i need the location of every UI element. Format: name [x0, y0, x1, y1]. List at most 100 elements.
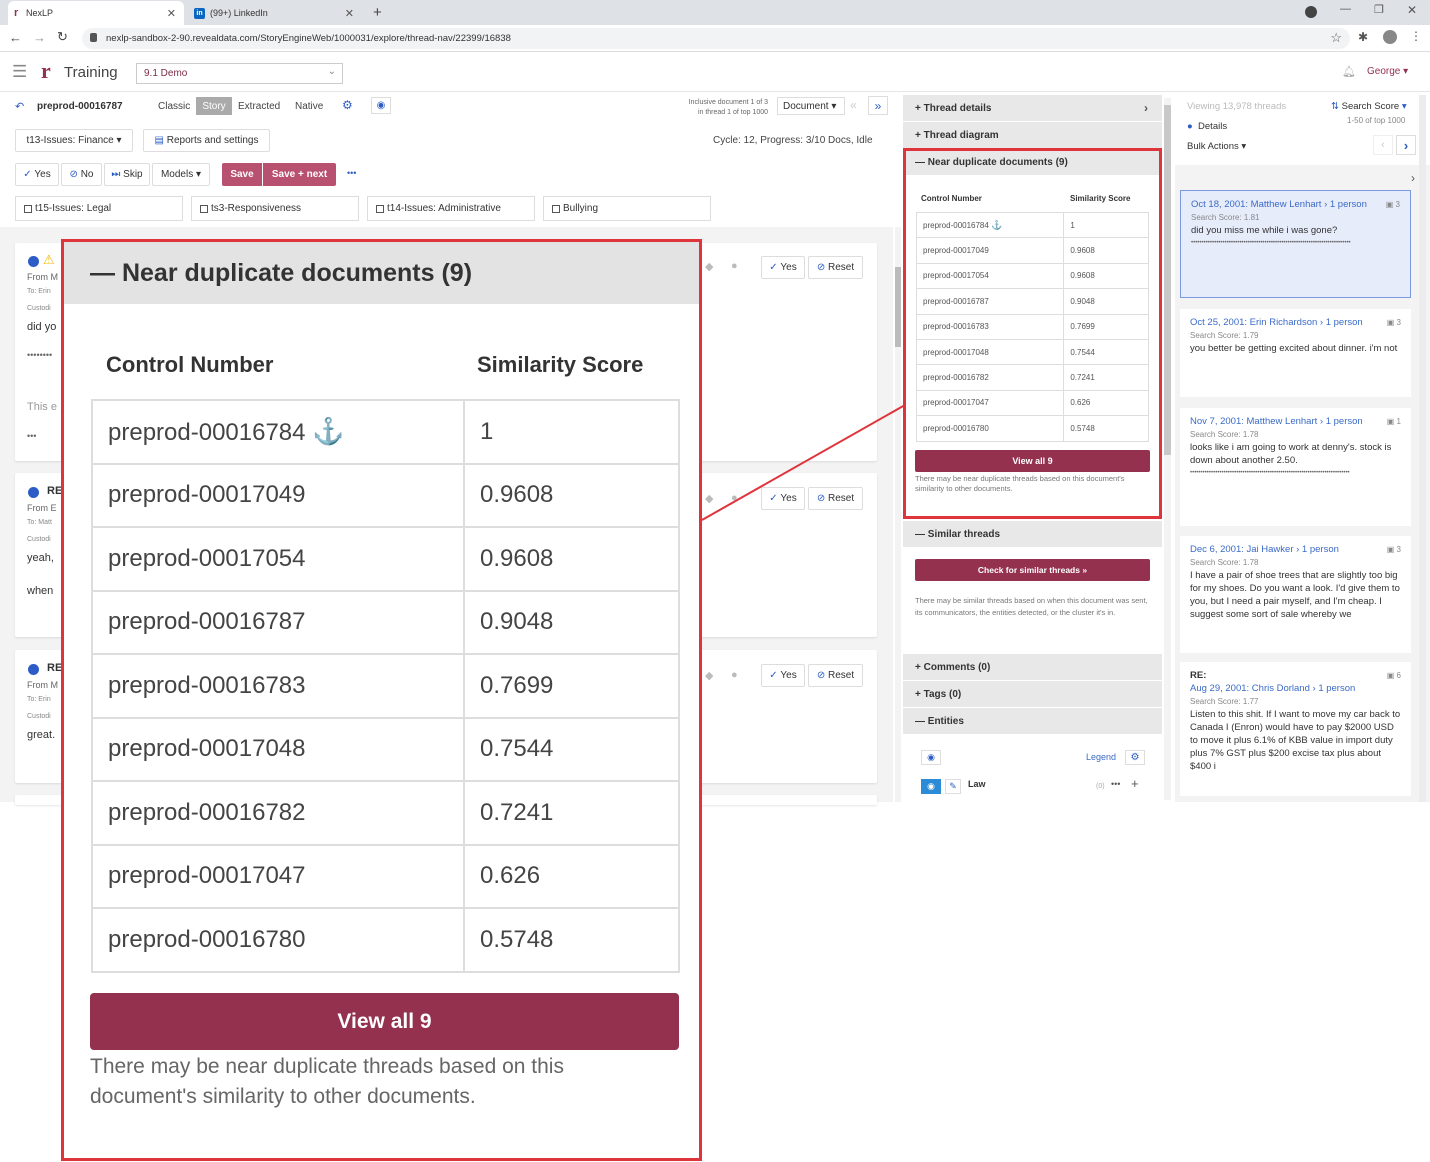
tag-checkbox-responsiveness[interactable]: ts3-Responsiveness	[191, 196, 359, 221]
back-icon[interactable]: ←	[9, 30, 22, 45]
thread-header[interactable]: Oct 18, 2001: Matthew Lenhart › 1 person	[1191, 199, 1367, 210]
thread-diagram-section[interactable]: + Thread diagram	[903, 122, 1162, 148]
zoom-control-number-cell[interactable]: preprod-00016787	[91, 589, 465, 655]
reload-icon[interactable]: ↻	[57, 29, 68, 45]
control-number[interactable]: preprod-00016782	[108, 799, 306, 826]
zoom-near-duplicate-row[interactable]: preprod-00016780 0.5748	[91, 907, 680, 973]
more-options-icon[interactable]: •••	[347, 168, 356, 178]
zoom-view-all-button[interactable]: View all 9	[90, 993, 679, 1050]
no-button[interactable]: ⊘ No	[61, 163, 102, 186]
bulk-actions-menu[interactable]: Bulk Actions ▾	[1187, 141, 1246, 152]
zoom-control-number-cell[interactable]: preprod-00016780	[91, 907, 465, 973]
tags-section[interactable]: + Tags (0)	[903, 681, 1162, 707]
tag-icon[interactable]: ◆	[705, 669, 713, 682]
tag-checkbox-legal[interactable]: t15-Issues: Legal	[15, 196, 183, 221]
pencil-icon[interactable]: ✎	[945, 779, 961, 794]
zoom-control-number-cell[interactable]: preprod-00017048	[91, 716, 465, 782]
hamburger-menu-icon[interactable]: ☰	[12, 62, 27, 82]
scrollbar[interactable]	[1419, 95, 1426, 802]
zoom-near-duplicate-row[interactable]: preprod-00016784 ⚓ 1	[91, 399, 680, 465]
url-field[interactable]: nexlp-sandbox-2-90.revealdata.com/StoryE…	[82, 28, 1350, 49]
control-number[interactable]: preprod-00017047	[108, 862, 306, 889]
skip-button[interactable]: ⏭ Skip	[104, 163, 150, 186]
control-number[interactable]: preprod-00017049	[108, 481, 306, 508]
thread-card[interactable]: Oct 25, 2001: Erin Richardson › 1 person…	[1180, 309, 1411, 397]
next-document-icon[interactable]: »	[868, 96, 888, 115]
zoom-control-number-cell[interactable]: preprod-00016782	[91, 780, 465, 846]
control-number[interactable]: preprod-00016780	[108, 926, 306, 953]
control-number[interactable]: preprod-00016784	[108, 419, 306, 446]
details-toggle[interactable]: ● Details	[1187, 121, 1227, 132]
card-yes-button[interactable]: ✓ Yes	[761, 664, 805, 687]
zoom-near-duplicate-row[interactable]: preprod-00016787 0.9048	[91, 589, 680, 655]
comment-icon[interactable]: ●	[731, 260, 738, 272]
zoom-near-duplicate-row[interactable]: preprod-00017048 0.7544	[91, 716, 680, 782]
close-tab-icon[interactable]: ✕	[345, 7, 354, 20]
close-window-icon[interactable]: ✕	[1407, 3, 1417, 17]
thread-card[interactable]: Nov 7, 2001: Matthew Lenhart › 1 person …	[1180, 408, 1411, 526]
thread-header[interactable]: Aug 29, 2001: Chris Dorland › 1 person	[1190, 683, 1355, 694]
eye-icon[interactable]: ◉	[921, 750, 941, 765]
back-to-list-icon[interactable]: ↶	[15, 100, 24, 113]
chevron-right-icon[interactable]: ›	[1144, 101, 1148, 115]
more-options-icon[interactable]: •••	[1111, 779, 1120, 789]
forward-icon[interactable]: →	[33, 30, 46, 45]
zoom-control-number-cell[interactable]: preprod-00017049	[91, 462, 465, 528]
view-tab-classic[interactable]: Classic	[158, 101, 190, 112]
legend-link[interactable]: Legend	[1086, 752, 1116, 762]
reports-settings-button[interactable]: ▤ Reports and settings	[143, 129, 270, 152]
extensions-icon[interactable]: ✱	[1358, 30, 1368, 44]
new-tab-icon[interactable]: +	[373, 4, 382, 21]
gear-icon[interactable]: ⚙	[1125, 750, 1145, 765]
chrome-menu-icon[interactable]: ⋮	[1410, 29, 1422, 43]
tag-icon[interactable]: ◆	[705, 260, 713, 273]
thread-details-section[interactable]: + Thread details ›	[903, 95, 1162, 121]
eye-icon[interactable]: ◉	[371, 97, 391, 114]
account-icon[interactable]	[1383, 30, 1397, 44]
zoom-control-number-cell[interactable]: preprod-00016783	[91, 653, 465, 719]
zoom-control-number-cell[interactable]: preprod-00017054	[91, 526, 465, 592]
previous-document-icon[interactable]: «	[850, 98, 857, 112]
profile-menu-icon[interactable]	[1305, 6, 1317, 18]
similar-threads-section[interactable]: — Similar threads	[903, 521, 1162, 547]
entities-section[interactable]: — Entities	[903, 708, 1162, 734]
thread-header[interactable]: Nov 7, 2001: Matthew Lenhart › 1 person	[1190, 416, 1363, 427]
thread-card-selected[interactable]: Oct 18, 2001: Matthew Lenhart › 1 person…	[1180, 190, 1411, 298]
user-menu[interactable]: George ▾	[1367, 66, 1408, 77]
zoom-near-duplicate-row[interactable]: preprod-00016782 0.7241	[91, 780, 680, 846]
control-number[interactable]: preprod-00017054	[108, 545, 306, 572]
document-select[interactable]: Document ▾	[777, 97, 845, 115]
card-reset-button[interactable]: ⊘ Reset	[808, 256, 863, 279]
comments-section[interactable]: + Comments (0)	[903, 654, 1162, 680]
entity-visibility-icon[interactable]: ◉	[921, 779, 941, 794]
previous-page-icon[interactable]: ‹	[1373, 135, 1393, 155]
zoom-near-duplicate-row[interactable]: preprod-00017049 0.9608	[91, 462, 680, 528]
minimize-icon[interactable]: —	[1340, 3, 1351, 15]
browser-tab-linkedin[interactable]: in (99+) LinkedIn ✕	[190, 1, 362, 25]
project-select[interactable]: 9.1 Demo ⌄	[136, 63, 343, 84]
notification-bell-icon[interactable]: 🔔︎	[1342, 65, 1356, 78]
sort-select[interactable]: ⇅ Search Score ▾	[1331, 101, 1407, 112]
control-number[interactable]: preprod-00017048	[108, 735, 306, 762]
save-button[interactable]: Save	[222, 163, 262, 186]
view-tab-native[interactable]: Native	[295, 101, 323, 112]
comment-icon[interactable]: ●	[731, 669, 738, 681]
close-tab-icon[interactable]: ✕	[167, 7, 176, 20]
control-number[interactable]: preprod-00016787	[108, 608, 306, 635]
thread-header[interactable]: Dec 6, 2001: Jai Hawker › 1 person	[1190, 544, 1339, 555]
card-yes-button[interactable]: ✓ Yes	[761, 256, 805, 279]
zoom-near-duplicate-row[interactable]: preprod-00016783 0.7699	[91, 653, 680, 719]
view-tab-story[interactable]: Story	[196, 97, 232, 115]
card-reset-button[interactable]: ⊘ Reset	[808, 664, 863, 687]
scrollbar-thumb[interactable]	[895, 267, 901, 347]
bookmark-star-icon[interactable]: ☆	[1330, 30, 1342, 46]
thread-card[interactable]: Dec 6, 2001: Jai Hawker › 1 person ▣ 3 S…	[1180, 536, 1411, 653]
yes-button[interactable]: ✓ Yes	[15, 163, 59, 186]
tag-checkbox-administrative[interactable]: t14-Issues: Administrative	[367, 196, 535, 221]
issue-select[interactable]: t13-Issues: Finance ▾	[15, 129, 133, 152]
next-page-icon[interactable]: ›	[1396, 135, 1416, 155]
zoom-control-number-cell[interactable]: preprod-00016784 ⚓	[91, 399, 465, 465]
restore-icon[interactable]: ❐	[1374, 3, 1384, 16]
tag-checkbox-bullying[interactable]: Bullying	[543, 196, 711, 221]
save-next-button[interactable]: Save + next	[262, 163, 336, 186]
